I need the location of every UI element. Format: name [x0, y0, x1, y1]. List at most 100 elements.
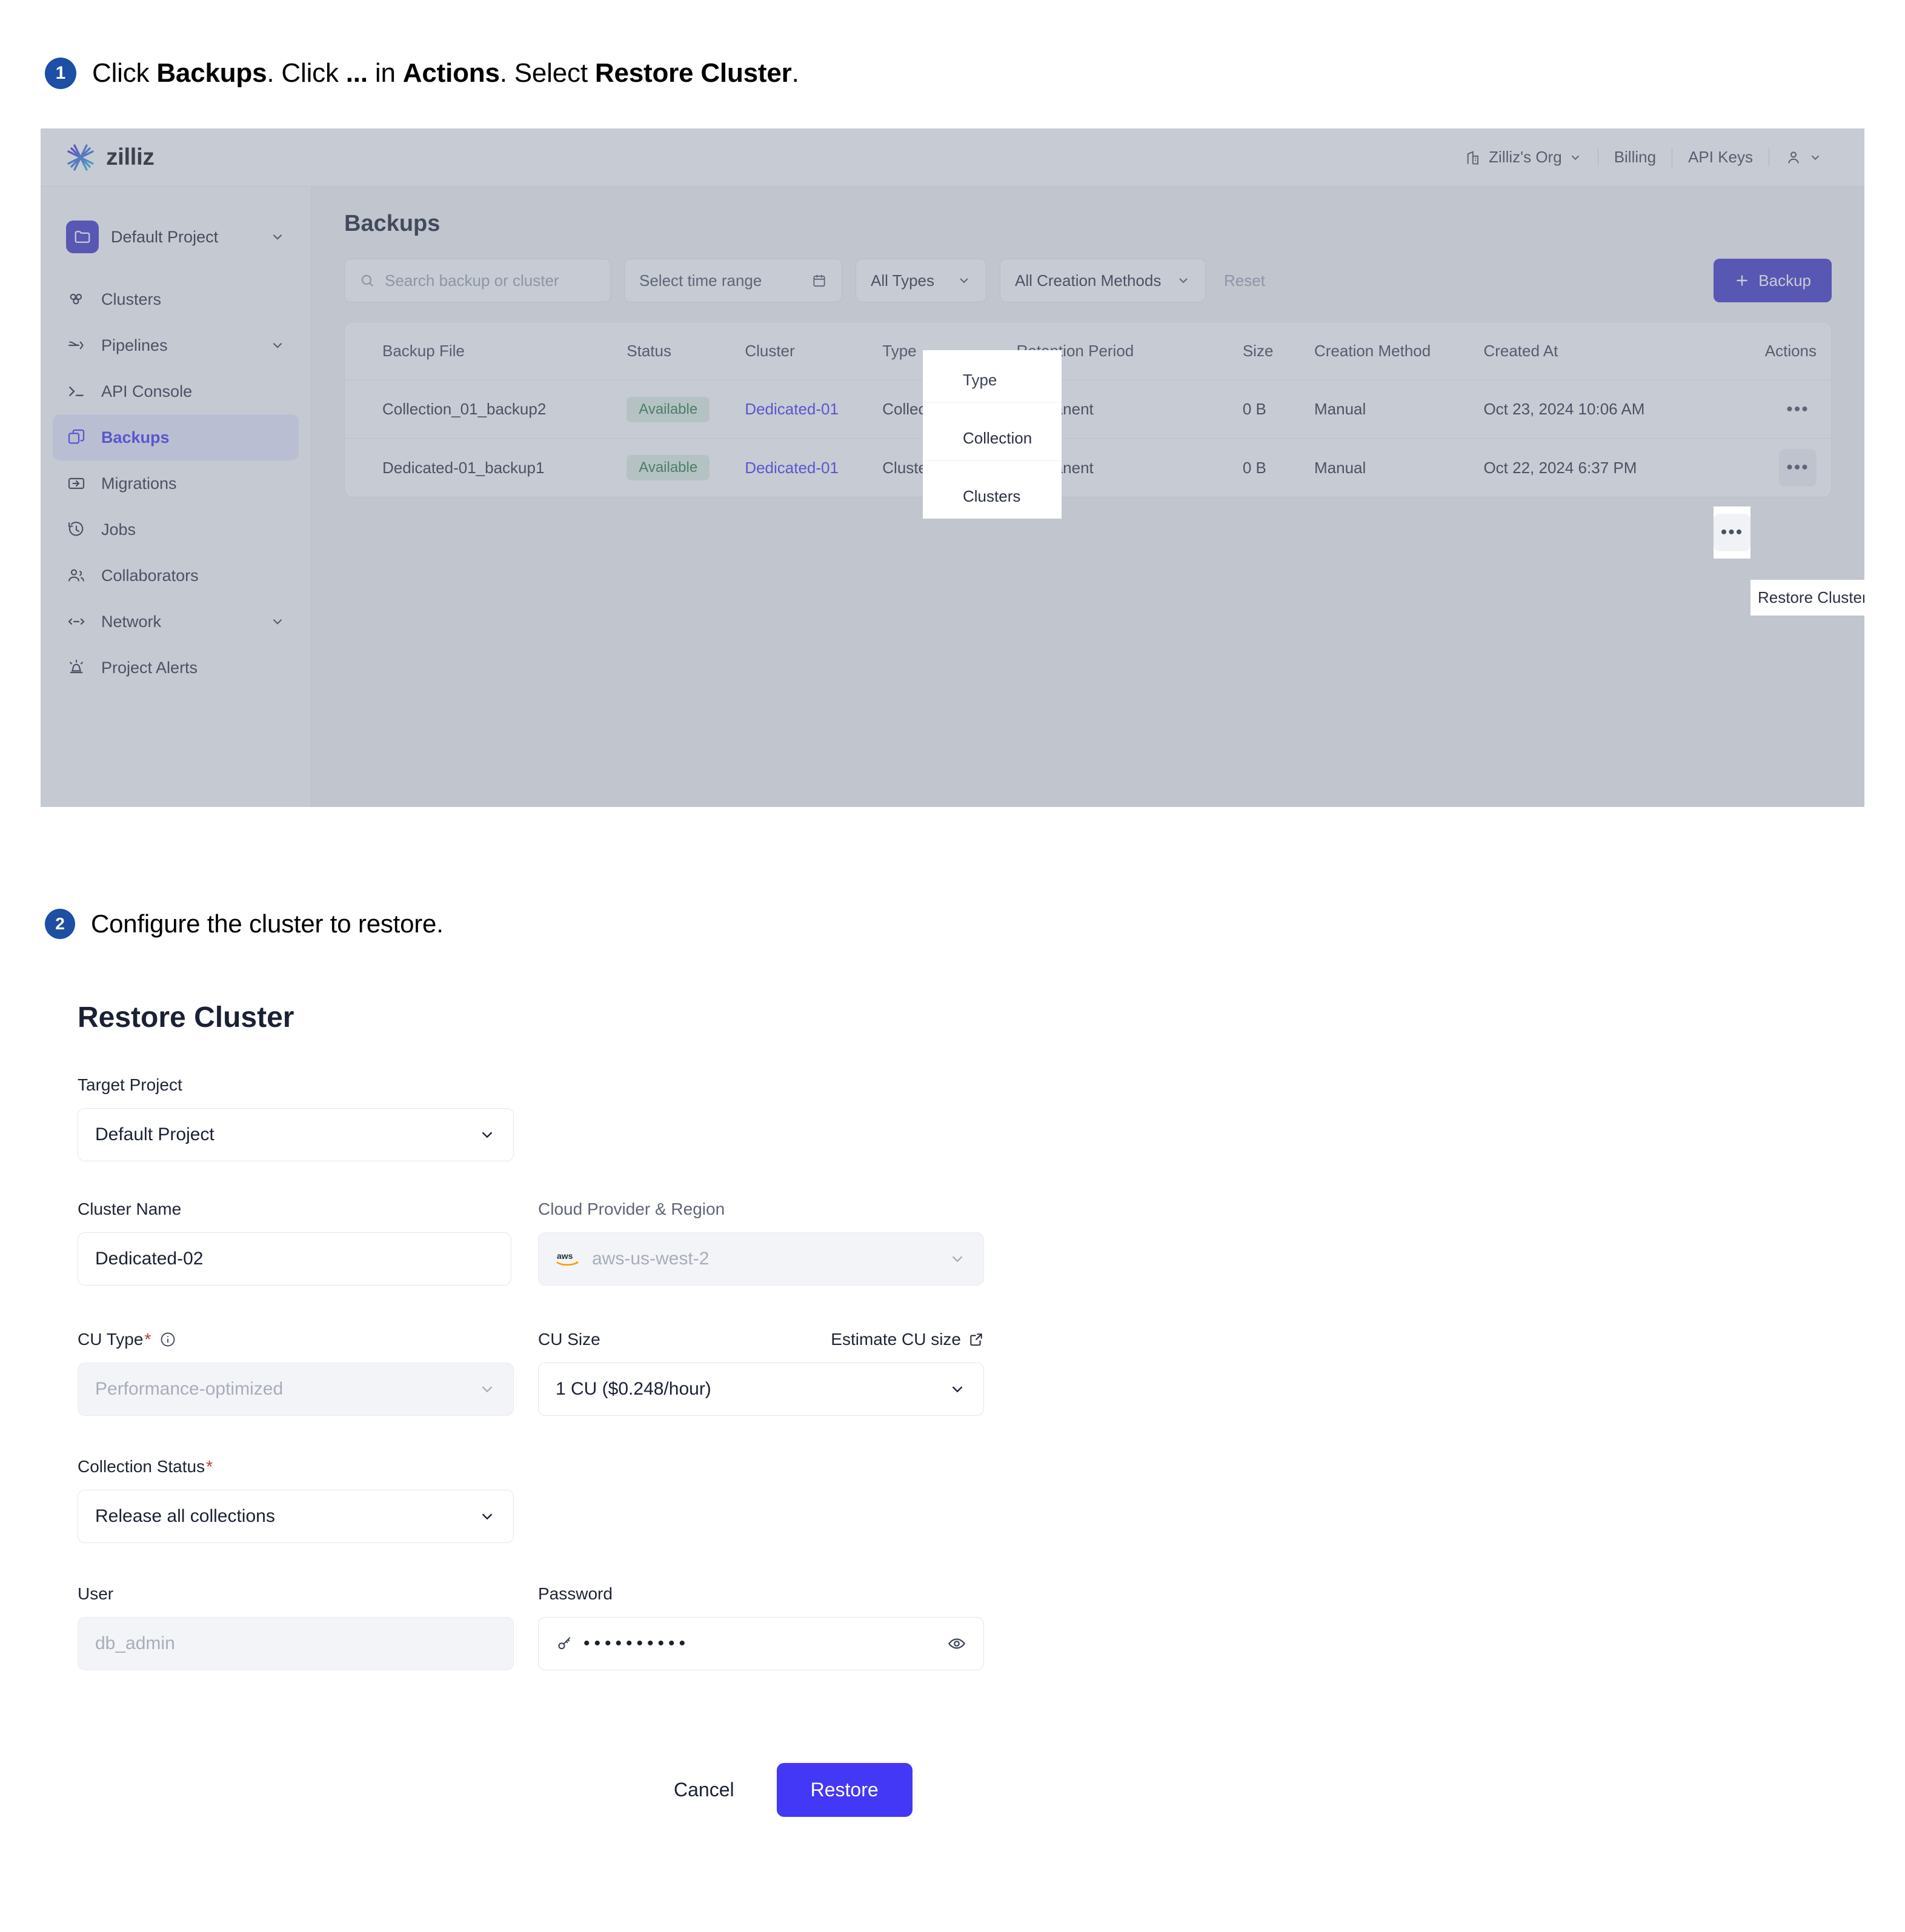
field-collection-status: Collection Status * Release all collectio…: [78, 1457, 514, 1543]
cell-creation-method: Manual: [1314, 400, 1366, 418]
restore-button[interactable]: Restore: [776, 1763, 913, 1817]
column-header-creation-method: Creation Method: [1314, 342, 1431, 360]
cell-cluster: Dedicated-01: [745, 400, 882, 419]
info-icon[interactable]: [159, 1331, 176, 1348]
column-header-status: Status: [627, 342, 671, 360]
project-switcher[interactable]: Default Project: [61, 214, 290, 259]
cu-type-select: Performance-optimized: [78, 1363, 514, 1416]
sidebar-item-label: Pipelines: [101, 336, 168, 354]
cluster-link[interactable]: Dedicated-01: [745, 459, 839, 477]
password-label: Password: [538, 1584, 613, 1603]
clusters-icon: [66, 289, 87, 310]
step-1-badge: 1: [45, 58, 76, 89]
account-menu[interactable]: [1769, 149, 1838, 166]
chevron-down-icon: [948, 1250, 966, 1268]
row-actions-ellipsis-icon[interactable]: •••: [1779, 391, 1817, 428]
zilliz-star-icon: [64, 141, 98, 174]
creation-method-filter-select[interactable]: All Creation Methods: [1000, 259, 1206, 302]
table-header-row: Backup File Status Cluster Type Retentio…: [345, 322, 1831, 380]
org-switcher[interactable]: Zilliz's Org: [1449, 148, 1598, 167]
eye-icon[interactable]: [947, 1634, 966, 1653]
sidebar-item-backups[interactable]: Backups: [53, 414, 299, 460]
password-input[interactable]: ••••••••••: [538, 1617, 984, 1670]
api-keys-link[interactable]: API Keys: [1672, 148, 1769, 167]
cell-status: Available: [627, 455, 745, 480]
cancel-button[interactable]: Cancel: [660, 1768, 748, 1812]
people-icon: [66, 565, 87, 586]
cell-size: 0 B: [1242, 400, 1266, 418]
sidebar-item-pipelines[interactable]: Pipelines: [53, 322, 299, 368]
divider: [923, 402, 1062, 403]
sidebar-item-label: Backups: [101, 428, 170, 446]
building-icon: [1465, 149, 1482, 166]
cu-type-required-marker: *: [144, 1330, 151, 1349]
estimate-cu-size-link[interactable]: Estimate CU size: [831, 1330, 984, 1349]
spotlight-row-actions-button[interactable]: •••: [1714, 506, 1750, 559]
field-cu-type: CU Type * Performance-optimized: [78, 1330, 514, 1416]
cell-cluster: Dedicated-01: [745, 459, 882, 477]
target-project-select[interactable]: Default Project: [78, 1108, 514, 1161]
spotlight-restore-cluster-menu-item[interactable]: Restore Cluster: [1750, 580, 1864, 616]
add-backup-label: Backup: [1758, 271, 1811, 290]
time-range-picker[interactable]: Select time range: [624, 259, 842, 302]
sidebar-item-clusters[interactable]: Clusters: [53, 276, 299, 322]
chevron-down-icon: [1809, 151, 1822, 164]
cu-type-value: Performance-optimized: [95, 1379, 284, 1399]
chevron-down-icon: [1569, 151, 1582, 164]
step-2-badge: 2: [45, 909, 75, 939]
alert-bell-icon: [66, 657, 87, 678]
add-backup-button[interactable]: Backup: [1714, 259, 1832, 302]
sidebar-item-migrations[interactable]: Migrations: [53, 460, 299, 506]
chevron-down-icon: [1176, 273, 1191, 288]
reset-filters-link[interactable]: Reset: [1219, 271, 1265, 290]
field-target-project: Target Project Default Project: [78, 1075, 514, 1161]
step1-bold-backups: Backups: [156, 58, 267, 88]
cell-created-at: Oct 22, 2024 6:37 PM: [1483, 458, 1637, 477]
brand-logo[interactable]: zilliz: [64, 141, 155, 174]
step-2-caption: 2 Configure the cluster to restore.: [45, 909, 444, 939]
password-value: ••••••••••: [583, 1633, 690, 1653]
column-header-actions: Actions: [1764, 342, 1817, 360]
backups-table: Backup File Status Cluster Type Retentio…: [344, 322, 1832, 497]
app-topbar: zilliz Zilliz's Org Billing API Keys: [41, 128, 1864, 187]
sidebar-item-network[interactable]: Network: [53, 599, 299, 645]
user-icon: [1785, 149, 1802, 166]
search-input[interactable]: Search backup or cluster: [344, 259, 611, 302]
cluster-name-label: Cluster Name: [78, 1200, 182, 1218]
step-1-text: Click Backups. Click ... in Actions. Sel…: [92, 58, 799, 88]
ellipsis-icon[interactable]: •••: [1714, 514, 1750, 551]
sidebar-item-collaborators[interactable]: Collaborators: [53, 553, 299, 599]
billing-link[interactable]: Billing: [1598, 148, 1672, 167]
sidebar-item-api-console[interactable]: API Console: [53, 368, 299, 414]
row-actions-ellipsis-icon[interactable]: •••: [1779, 449, 1817, 486]
cloud-region-label: Cloud Provider & Region: [538, 1200, 725, 1218]
method-filter-value: All Creation Methods: [1015, 271, 1162, 290]
type-filter-select[interactable]: All Types: [856, 259, 986, 302]
backups-main-content: Backups Search backup or cluster Select …: [311, 187, 1864, 807]
cluster-link[interactable]: Dedicated-01: [745, 400, 839, 418]
type-filter-value: All Types: [871, 271, 935, 290]
collection-status-value: Release all collections: [95, 1506, 275, 1526]
divider: [923, 460, 1062, 461]
cu-type-label: CU Type: [78, 1330, 144, 1349]
cu-size-select[interactable]: 1 CU ($0.248/hour): [538, 1363, 984, 1416]
collection-status-select[interactable]: Release all collections: [78, 1490, 514, 1543]
sidebar-item-label: Collaborators: [101, 566, 199, 585]
cu-size-value: 1 CU ($0.248/hour): [556, 1379, 711, 1399]
project-name: Default Project: [111, 227, 219, 246]
field-cluster-name: Cluster Name Dedicated-02: [78, 1200, 511, 1286]
chevron-down-icon: [270, 337, 285, 353]
user-input[interactable]: db_admin: [78, 1617, 514, 1670]
field-password: Password ••••••••••: [538, 1584, 984, 1670]
column-header-created-at: Created At: [1483, 342, 1558, 360]
sidebar-item-project-alerts[interactable]: Project Alerts: [53, 645, 299, 691]
calendar-icon: [811, 273, 827, 288]
sidebar-item-jobs[interactable]: Jobs: [53, 506, 299, 553]
step1-part-mid2: in: [367, 58, 403, 88]
form-title: Restore Cluster: [78, 1001, 294, 1034]
cluster-name-input[interactable]: Dedicated-02: [78, 1232, 511, 1286]
pipelines-icon: [66, 335, 87, 356]
collection-status-label: Collection Status: [78, 1457, 205, 1476]
column-header-backup-file: Backup File: [382, 342, 465, 360]
sidebar-item-label: Jobs: [101, 520, 136, 539]
